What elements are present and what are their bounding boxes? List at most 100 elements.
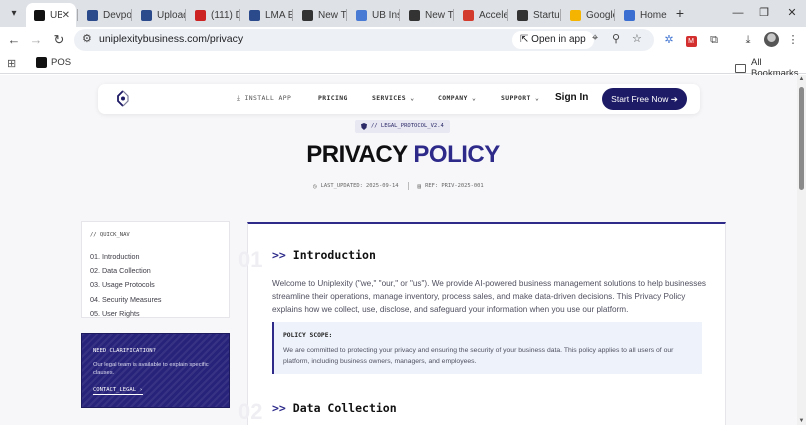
open-in-app-button[interactable]: ⇱ Open in app [512, 31, 594, 49]
reference-id: REF: PRIV-2025-001 [425, 183, 484, 189]
clarification-panel: NEED CLARIFICATION? Our legal team is av… [81, 333, 230, 408]
location-icon[interactable]: ⌖ [592, 32, 598, 45]
extension-icon[interactable]: ✲ [660, 31, 678, 49]
extension-m-icon[interactable]: M [682, 31, 700, 49]
tab-separator [131, 9, 132, 21]
github-icon [409, 9, 420, 21]
menu-kebab-icon[interactable]: ⋮ [784, 31, 802, 49]
tab-separator [560, 9, 561, 21]
quick-nav-item[interactable]: 05. User Rights [90, 309, 140, 318]
browser-tab[interactable]: (111) D [187, 3, 239, 27]
restore-icon[interactable]: ❐ [754, 4, 774, 22]
quick-nav-item[interactable]: 04. Security Measures [90, 295, 162, 304]
section-number: 01 [238, 247, 263, 272]
scroll-down-icon[interactable]: ▼ [798, 418, 805, 424]
page-viewport: ⤓ INSTALL APP PRICING SERVICES ⌄ COMPANY… [0, 75, 797, 425]
browser-tab[interactable]: Startup [509, 3, 561, 27]
chevron-down-icon: ⌄ [467, 94, 477, 102]
tab-title: Devpo [103, 9, 131, 21]
github-icon [302, 9, 313, 21]
pricing-link[interactable]: PRICING [318, 94, 348, 102]
start-free-label: Start Free Now [611, 94, 669, 104]
page-title: PRIVACY POLICY [0, 141, 797, 169]
browser-tab[interactable]: Upload [133, 3, 185, 27]
open-in-app-label: Open in app [531, 34, 586, 45]
page-meta: ◷ LAST_UPDATED: 2025-09-14 ▤ REF: PRIV-2… [313, 182, 484, 190]
docs-icon [356, 9, 367, 21]
arrow-right-icon: ➔ [668, 94, 678, 104]
browser-tab[interactable]: LMA El [241, 3, 293, 27]
accel-icon [463, 9, 474, 21]
tab-title: Startup [533, 9, 561, 21]
browser-toolbar: ← → ↻ ⚙ uniplexitybusiness.com/privacy ⇱… [0, 27, 806, 54]
browser-tab[interactable]: Devpo [79, 3, 131, 27]
profile-avatar[interactable] [764, 32, 779, 47]
zoom-icon[interactable]: ⚲ [612, 32, 620, 45]
tab-title: (111) D [211, 9, 239, 21]
d-icon [141, 9, 152, 21]
heading-text: Introduction [292, 248, 376, 262]
heading-prefix: >> [272, 401, 286, 415]
site-navbar: ⤓ INSTALL APP PRICING SERVICES ⌄ COMPANY… [98, 84, 700, 114]
download-icon[interactable]: ⤓ [739, 31, 757, 49]
browser-tab[interactable]: Accele [455, 3, 507, 27]
close-window-icon[interactable]: ✕ [782, 4, 802, 22]
browser-tab[interactable]: New Ta [401, 3, 453, 27]
services-menu[interactable]: SERVICES ⌄ [372, 94, 414, 102]
site-info-icon[interactable]: ⚙ [82, 32, 92, 45]
quick-nav-item[interactable]: 03. Usage Protocols [90, 280, 155, 289]
address-bar[interactable]: ⚙ uniplexitybusiness.com/privacy ⇱ Open … [74, 29, 654, 51]
keep-icon [570, 9, 581, 21]
quick-nav-title: // QUICK_NAV [90, 232, 130, 238]
tab-separator [453, 9, 454, 21]
badge-label: // LEGAL_PROTOCOL_V2.4 [371, 123, 444, 129]
company-menu[interactable]: COMPANY ⌄ [438, 94, 476, 102]
new-tab-button[interactable]: + [671, 4, 689, 22]
bookmark-pos[interactable]: POS [36, 57, 71, 68]
tab-separator [185, 9, 186, 21]
tab-strip: ▾ UB✕DevpoUpload(111) DLMA ElNew TaUB In… [0, 0, 806, 27]
section-heading-introduction: >> Introduction [272, 248, 376, 262]
url-text[interactable]: uniplexitybusiness.com/privacy [99, 33, 243, 45]
meta-divider [407, 182, 409, 190]
company-label: COMPANY [438, 94, 468, 102]
browser-tab[interactable]: Home [616, 3, 668, 27]
close-tab-icon[interactable]: ✕ [62, 10, 70, 21]
extensions-puzzle-icon[interactable]: ⧉ [705, 31, 723, 49]
chevron-down-icon: ⌄ [530, 94, 540, 102]
start-free-button[interactable]: Start Free Now ➔ [602, 88, 687, 110]
minimize-icon[interactable]: — [728, 4, 748, 22]
uniplexity-logo-icon[interactable] [115, 90, 131, 107]
bookmark-label: POS [51, 57, 72, 68]
quick-nav-item[interactable]: 01. Introduction [90, 252, 140, 261]
bookmark-star-icon[interactable]: ☆ [632, 32, 642, 45]
apps-grid-icon[interactable]: ⊞ [7, 57, 16, 70]
section-body-introduction: Welcome to Uniplexity ("we," "our," or "… [272, 279, 706, 314]
forward-icon[interactable]: → [27, 31, 45, 49]
browser-tab[interactable]: Google [562, 3, 614, 27]
browser-tab[interactable]: UB ✕ [26, 3, 76, 27]
ub-icon [34, 9, 45, 21]
support-menu[interactable]: SUPPORT ⌄ [501, 94, 539, 102]
help-body: Our legal team is available to explain s… [93, 362, 209, 376]
policy-document: 01 >> Introduction Welcome to Uniplexity… [238, 222, 726, 425]
bookmarks-bar: ⊞ POS All Bookmarks [0, 54, 806, 79]
last-updated: LAST_UPDATED: 2025-09-14 [320, 183, 399, 189]
browser-tab[interactable]: New Ta [294, 3, 346, 27]
protocol-badge: // LEGAL_PROTOCOL_V2.4 [355, 120, 450, 133]
back-icon[interactable]: ← [5, 31, 23, 49]
install-app-link[interactable]: ⤓ INSTALL APP [237, 94, 291, 103]
browser-tab[interactable]: UB Insp [348, 3, 400, 27]
contact-legal-link[interactable]: CONTACT_LEGAL › [93, 387, 143, 395]
page-scrollbar[interactable]: ▲ ▼ [797, 75, 806, 425]
install-app-label: INSTALL APP [244, 94, 292, 102]
pos-favicon-icon [36, 57, 47, 68]
tab-separator [239, 9, 240, 21]
scroll-up-icon[interactable]: ▲ [798, 76, 805, 82]
tab-title: LMA El [265, 9, 293, 21]
sign-in-link[interactable]: Sign In [555, 92, 588, 103]
scroll-thumb[interactable] [799, 87, 804, 190]
reload-icon[interactable]: ↻ [50, 31, 68, 49]
quick-nav-item[interactable]: 02. Data Collection [90, 266, 151, 275]
tab-search-icon[interactable]: ▾ [5, 4, 23, 22]
